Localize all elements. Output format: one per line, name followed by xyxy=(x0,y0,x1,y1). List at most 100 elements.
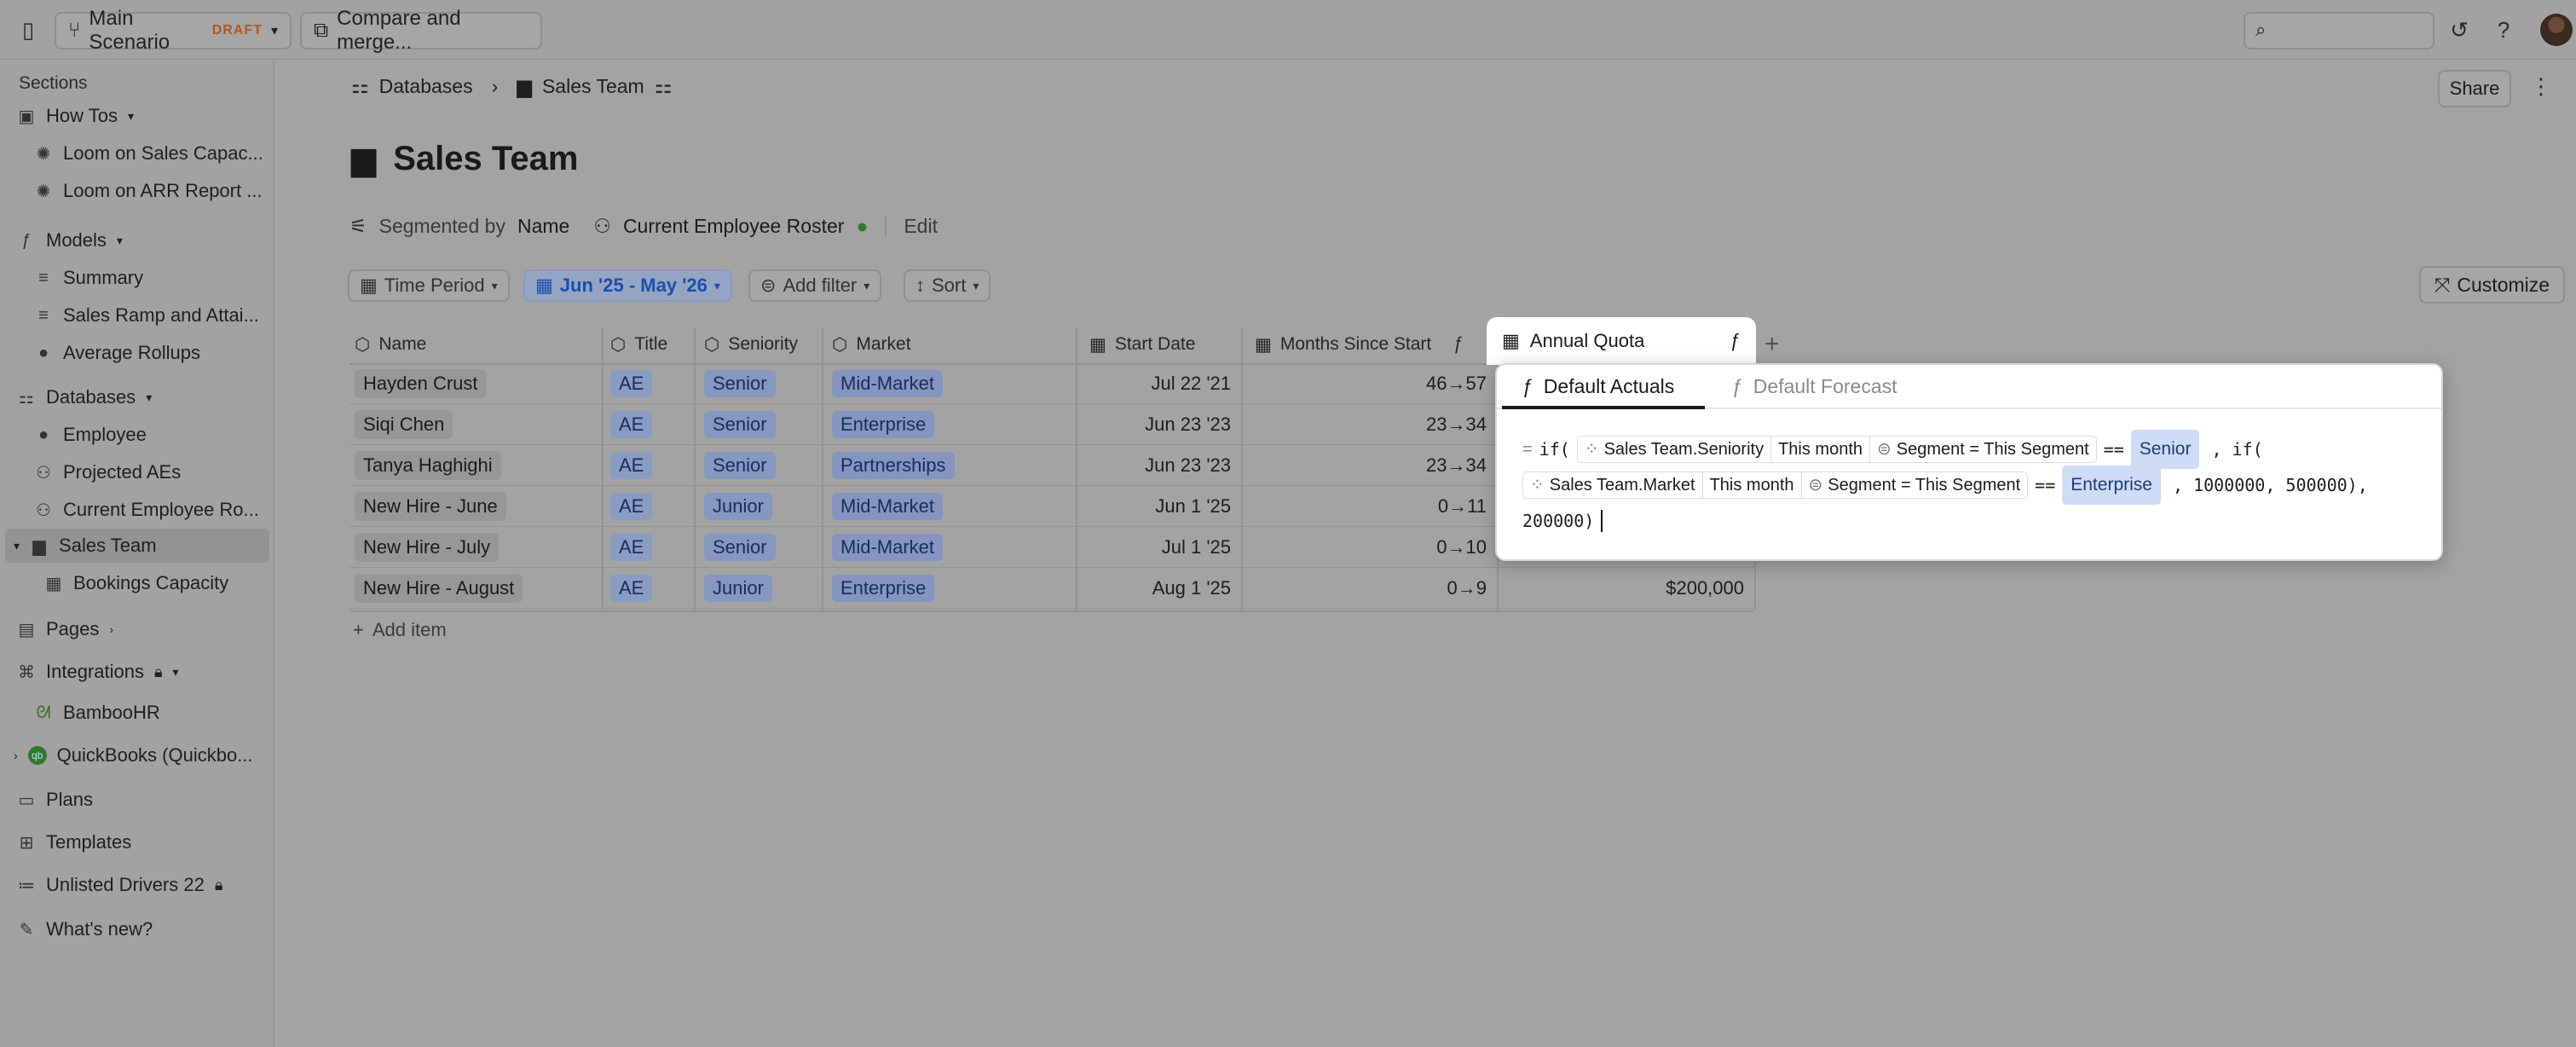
sidebar-item-loom-sales[interactable]: ✺ Loom on Sales Capac... xyxy=(34,136,268,171)
table-cell-seniority[interactable]: Senior xyxy=(704,404,818,445)
formula-editor[interactable]: ƒ Default Actuals ƒ Default Forecast = i… xyxy=(1495,363,2443,561)
chevron-down-icon: ▾ xyxy=(863,278,870,292)
table-cell-start-date[interactable]: Jun 23 '23 xyxy=(1079,445,1231,486)
sidebar-item-how-tos[interactable]: ▣ How Tos ▾ xyxy=(17,99,264,133)
sidebar-item-current-employee-roster[interactable]: ⚇ Current Employee Ro... xyxy=(34,493,268,527)
formula-value-enterprise[interactable]: Enterprise xyxy=(2062,466,2161,505)
sidebar-item-average-rollups[interactable]: ● Average Rollups xyxy=(34,336,268,370)
table-cell-market[interactable]: Enterprise xyxy=(832,404,1072,445)
table-cell-seniority[interactable]: Junior xyxy=(704,486,818,527)
column-header-start-date[interactable]: ▦ Start Date xyxy=(1089,327,1195,362)
sidebar-item-templates[interactable]: ⊞ Templates xyxy=(17,825,264,859)
table-cell-seniority[interactable]: Junior xyxy=(704,568,818,609)
table-cell-name[interactable]: New Hire - August xyxy=(355,568,598,609)
sparkle-icon: ✎ xyxy=(19,920,34,940)
table-cell-market[interactable]: Mid-Market xyxy=(832,486,1072,527)
formula-value-senior[interactable]: Senior xyxy=(2130,430,2200,469)
sidebar-item-bamboohr[interactable]: ᘛ BambooHR xyxy=(34,696,268,730)
time-period-filter[interactable]: ▦ Time Period ▾ xyxy=(348,269,510,302)
table-cell-months-since-start[interactable]: 0→10 xyxy=(1245,527,1487,568)
sidebar-toggle-icon[interactable]: ▯ xyxy=(15,17,41,43)
table-cell-months-since-start[interactable]: 0→11 xyxy=(1245,486,1487,527)
table-cell-market[interactable]: Mid-Market xyxy=(832,363,1072,404)
table-cell-seniority[interactable]: Senior xyxy=(704,527,818,568)
table-cell-seniority[interactable]: Senior xyxy=(704,363,818,404)
sidebar-item-databases[interactable]: ⚏ Databases ▾ xyxy=(17,380,264,414)
table-cell-title[interactable]: AE xyxy=(610,363,690,404)
breadcrumb-sales-team[interactable]: Sales Team xyxy=(542,75,644,98)
sidebar-item-quickbooks[interactable]: › qb QuickBooks (Quickbo... xyxy=(14,738,268,772)
add-filter-button[interactable]: ⊜ Add filter ▾ xyxy=(748,269,882,302)
formula-input[interactable]: = if( ⁘ Sales Team.Seniority This month ⊜… xyxy=(1522,430,2426,539)
table-cell-market[interactable]: Mid-Market xyxy=(832,527,1072,568)
sidebar-item-employee[interactable]: ● Employee xyxy=(34,418,268,452)
table-cell-title[interactable]: AE xyxy=(610,404,690,445)
history-icon[interactable]: ↺ xyxy=(2446,17,2472,43)
table-cell-months-since-start[interactable]: 23→34 xyxy=(1245,445,1487,486)
sidebar-item-whats-new[interactable]: ✎ What's new? xyxy=(17,912,264,946)
tab-default-actuals[interactable]: ƒ Default Actuals xyxy=(1522,375,1674,398)
table-cell-title[interactable]: AE xyxy=(610,486,690,527)
sections-label: Sections xyxy=(19,73,88,93)
table-cell-name[interactable]: New Hire - July xyxy=(355,527,598,568)
sidebar-item-pages[interactable]: ▤ Pages › xyxy=(17,612,264,646)
sidebar-item-unlisted-drivers[interactable]: ≔ Unlisted Drivers 22 🔒︎ xyxy=(17,868,264,902)
months-text: 23→34 xyxy=(1426,454,1487,476)
column-header-months-since-start[interactable]: ▦ Months Since Start ƒ xyxy=(1255,327,1464,362)
table-cell-name[interactable]: Tanya Haghighi xyxy=(355,445,598,486)
sidebar-item-sales-team[interactable]: ▾ ▆ Sales Team xyxy=(5,529,269,563)
table-cell-name[interactable]: New Hire - June xyxy=(355,486,598,527)
table-cell-start-date[interactable]: Jul 22 '21 xyxy=(1079,363,1232,404)
add-column-button[interactable]: + xyxy=(1765,327,1780,362)
table-cell-name[interactable]: Hayden Crust xyxy=(355,363,598,404)
date-range-filter[interactable]: ▦ Jun '25 - May '26 ▾ xyxy=(523,269,732,302)
table-cell-market[interactable]: Enterprise xyxy=(832,568,1072,609)
breadcrumb-databases[interactable]: Databases xyxy=(379,75,473,98)
table-cell-title[interactable]: AE xyxy=(610,445,690,486)
chevron-down-icon: ▾ xyxy=(270,24,278,38)
column-header-name[interactable]: ⬡ Name xyxy=(355,327,426,362)
table-cell-start-date[interactable]: Jun 1 '25 xyxy=(1079,486,1231,527)
more-options-icon[interactable]: ⋮ xyxy=(2528,73,2554,99)
share-button[interactable]: Share xyxy=(2438,70,2511,107)
column-header-title[interactable]: ⬡ Title xyxy=(610,327,667,362)
name-cell-text: New Hire - July xyxy=(355,533,500,562)
formula-reference-market[interactable]: ⁘ Sales Team.Market This month ⊜ Segment =… xyxy=(1522,471,2029,499)
scenario-selector[interactable]: ⑂ Main Scenario DRAFT ▾ xyxy=(55,7,292,54)
sort-button[interactable]: ↕ Sort ▾ xyxy=(904,269,991,302)
column-header-market[interactable]: ⬡ Market xyxy=(832,327,911,362)
table-cell-market[interactable]: Partnerships xyxy=(832,445,1072,486)
table-cell-annual-quota[interactable]: $200,000 xyxy=(1500,568,1744,609)
avatar[interactable] xyxy=(2540,14,2573,46)
search-input[interactable]: ⌕ xyxy=(2244,12,2434,49)
column-header-annual-quota[interactable]: ▦ Annual Quota ƒ xyxy=(1487,317,1756,365)
table-cell-months-since-start[interactable]: 0→9 xyxy=(1245,568,1487,609)
table-cell-start-date[interactable]: Aug 1 '25 xyxy=(1079,568,1231,609)
formula-reference-seniority[interactable]: ⁘ Sales Team.Seniority This month ⊜ Segmen… xyxy=(1576,436,2097,463)
column-header-seniority[interactable]: ⬡ Seniority xyxy=(704,327,798,362)
table-cell-title[interactable]: AE xyxy=(610,568,690,609)
table-cell-start-date[interactable]: Jul 1 '25 xyxy=(1079,527,1231,568)
sidebar-item-loom-arr[interactable]: ✺ Loom on ARR Report ... xyxy=(34,174,268,208)
help-icon[interactable]: ? xyxy=(2491,17,2516,43)
segment-source[interactable]: Current Employee Roster xyxy=(623,215,845,238)
sidebar-item-projected-aes[interactable]: ⚇ Projected AEs xyxy=(34,455,268,489)
customize-button[interactable]: ⤧ Customize xyxy=(2419,266,2566,304)
table-cell-start-date[interactable]: Jun 23 '23 xyxy=(1079,404,1231,445)
sidebar-item-sales-ramp[interactable]: ≡ Sales Ramp and Attai... xyxy=(34,298,268,333)
sidebar-item-integrations[interactable]: ⌘ Integrations 🔒︎ ▾ xyxy=(17,655,264,689)
table-cell-title[interactable]: AE xyxy=(610,527,690,568)
sidebar-item-models[interactable]: ƒ Models ▾ xyxy=(17,223,264,257)
sidebar-item-bookings-capacity[interactable]: ▦ Bookings Capacity xyxy=(44,566,268,600)
add-item-button[interactable]: + Add item xyxy=(353,619,447,641)
sidebar-item-summary[interactable]: ≡ Summary xyxy=(34,261,268,295)
table-cell-months-since-start[interactable]: 23→34 xyxy=(1245,404,1487,445)
tab-default-forecast[interactable]: ƒ Default Forecast xyxy=(1732,375,1897,398)
edit-segment-button[interactable]: Edit xyxy=(904,215,938,238)
segment-field[interactable]: Name xyxy=(517,215,569,238)
table-cell-months-since-start[interactable]: 46→57 xyxy=(1245,363,1487,404)
table-cell-name[interactable]: Siqi Chen xyxy=(355,404,598,445)
compare-merge-button[interactable]: ⧉ Compare and merge... xyxy=(300,7,542,54)
sidebar-item-plans[interactable]: ▭ Plans xyxy=(17,783,264,817)
table-cell-seniority[interactable]: Senior xyxy=(704,445,818,486)
